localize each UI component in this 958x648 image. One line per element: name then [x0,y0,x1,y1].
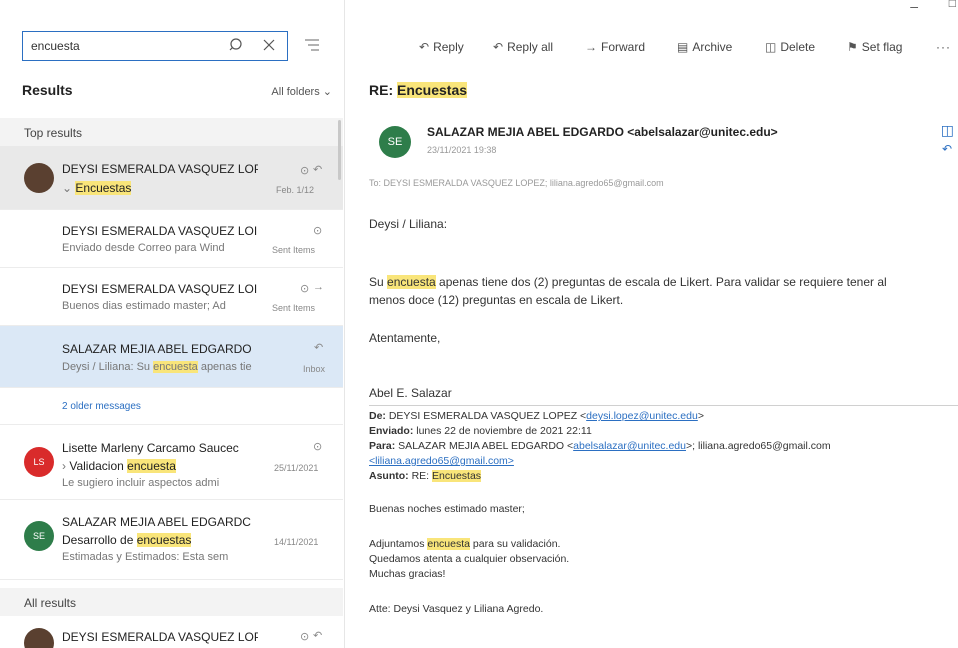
sent-date: 23/11/2021 19:38 [427,145,497,155]
list-item-meta: Sent Items [272,303,316,313]
email-link[interactable]: abelsalazar@unitec.edu [573,440,686,452]
quoted-body-line: Adjuntamos encuesta para su validación. [369,538,561,550]
attachment-icon: ⊙ [313,441,323,453]
list-item-sender: DEYSI ESMERALDA VASQUEZ LOI [62,282,258,296]
reply-icon[interactable]: ↶ [942,142,952,156]
message-toolbar: ↶ Reply ↶ Reply all → Forward ▤ Archive ◫ Del… [345,36,958,60]
list-item-sender: DEYSI ESMERALDA VASQUEZ LOPI [62,162,258,176]
results-title: Results [22,82,73,98]
quoted-from: De: DEYSI ESMERALDA VASQUEZ LOPEZ <deysi… [369,410,704,422]
list-item[interactable]: DEYSI ESMERALDA VASQUEZ LOPI ⌄ Encuestas… [0,146,343,210]
email-paragraph: Su encuesta apenas tiene dos (2) pregunt… [369,275,887,289]
email-closing: Atentamente, [369,331,441,345]
scrollbar[interactable] [338,120,341,180]
list-item-date: 25/11/2021 [274,463,319,473]
list-item[interactable]: DEYSI ESMERALDA VASQUEZ LOI Enviado desd… [0,210,343,268]
list-item-meta: Sent Items [272,245,316,255]
archive-icon: ▤ [677,40,689,54]
list-item-preview: Enviado desde Correo para Wind [62,242,225,254]
quoted-subject: Asunto: RE: Encuestas [369,470,482,482]
avatar: SE [24,521,54,551]
reply-icon: ↶ [419,40,430,54]
restore-button[interactable]: □ [949,0,956,10]
list-item-sender: DEYSI ESMERALDA VASQUEZ LOI [62,224,258,238]
open-in-window-icon[interactable]: ◫ [941,122,954,139]
reply-icon: ↶ [313,164,323,176]
archive-button[interactable]: ▤ Archive [677,40,732,54]
recipients-line: To: DEYSI ESMERALDA VASQUEZ LOPEZ; lilia… [369,178,664,188]
list-item-meta: Feb. 1/12 [276,185,315,195]
forward-button[interactable]: → Forward [585,40,645,54]
email-greeting: Deysi / Liliana: [369,217,448,231]
delete-icon: ◫ [765,40,777,54]
list-item[interactable]: DEYSI ESMERALDA VASQUEZ LOI Buenos dias … [0,268,343,326]
filter-icon[interactable] [304,38,320,55]
flag-icon: ⚑ [847,40,858,54]
quoted-to-line2: <liliana.agredo65@gmail.com> [369,455,514,467]
list-item[interactable]: LS Lisette Marleny Carcamo Saucec › Vali… [0,424,343,500]
avatar [24,163,54,193]
forward-icon: → [313,281,324,293]
list-item-subject: › Validacion encuesta [62,459,176,473]
list-item-sender: Lisette Marleny Carcamo Saucec [62,441,239,455]
list-item-subject: Desarrollo de encuestas [62,533,192,547]
email-subject: RE: Encuestas [369,82,468,98]
list-item-preview: Le sugiero incluir aspectos admi [62,477,220,489]
forward-icon: → [585,40,597,54]
attachment-icon: ⊙ [313,225,323,237]
reply-button[interactable]: ↶ Reply [419,40,464,54]
results-header: Results All folders ⌄ [22,82,332,102]
list-item-preview: Deysi / Liliana: Su encuesta apenas tie [62,361,252,373]
close-icon[interactable] [261,37,277,56]
delete-button[interactable]: ◫ Delete [765,40,815,54]
email-paragraph-line2: menos doce (12) preguntas en escala de L… [369,293,624,307]
list-item[interactable]: SE SALAZAR MEJIA ABEL EDGARDC Desarrollo… [0,500,343,580]
list-item-preview: Buenos dias estimado master; Ad [62,300,226,312]
chevron-down-icon: ⌄ [322,86,332,98]
attachment-icon: ⊙ [300,165,310,177]
search-input[interactable] [31,38,211,54]
email-signature: Abel E. Salazar [369,386,452,400]
list-item-subject: ⌄ Encuestas [62,181,132,195]
list-item-date: 14/11/2021 [274,537,319,547]
reply-icon: ↶ [314,342,324,354]
list-item[interactable]: DEYSI ESMERALDA VASQUEZ LOPI ⊙ ↶ [0,616,343,648]
chevron-down-icon[interactable]: ⌄ [62,181,75,195]
section-top-results: Top results [0,118,343,146]
sender-name[interactable]: SALAZAR MEJIA ABEL EDGARDO <abelsalazar@… [427,125,778,139]
email-link[interactable]: deysi.lopez@unitec.edu [586,410,698,422]
list-item-preview: Estimadas y Estimados: Esta sem [62,551,229,563]
attachment-icon: ⊙ [300,283,310,295]
quoted-to: Para: SALAZAR MEJIA ABEL EDGARDO <abelsa… [369,440,831,452]
reply-all-button[interactable]: ↶ Reply all [493,40,553,54]
section-all-results: All results [0,588,343,616]
reply-icon: ↶ [313,630,323,642]
list-item-sender: SALAZAR MEJIA ABEL EDGARDO [62,342,252,356]
avatar: SE [379,126,411,158]
search-box[interactable] [22,31,288,61]
more-actions-button[interactable]: ··· [936,40,951,54]
quoted-body-line: Quedamos atenta a cualquier observación. [369,553,570,565]
folder-filter-dropdown[interactable]: All folders ⌄ [271,85,332,98]
attachment-icon: ⊙ [300,631,310,643]
set-flag-button[interactable]: ⚑ Set flag [847,40,902,54]
older-messages-link[interactable]: 2 older messages [62,401,141,412]
quoted-body-line: Muchas gracias! [369,568,446,580]
list-item[interactable]: SALAZAR MEJIA ABEL EDGARDO Deysi / Lilia… [0,326,343,388]
quoted-sent: Enviado: lunes 22 de noviembre de 2021 2… [369,425,592,437]
list-item-sender: DEYSI ESMERALDA VASQUEZ LOPI [62,630,258,644]
avatar: LS [24,447,54,477]
avatar [24,628,54,648]
quoted-signature: Atte: Deysi Vasquez y Liliana Agredo. [369,603,544,615]
folder-filter-label: All folders [271,86,320,98]
minimize-button[interactable]: – [910,0,918,14]
message-list-pane: Results All folders ⌄ Top results DEYSI … [0,0,345,648]
quoted-greeting: Buenas noches estimado master; [369,503,525,515]
list-item-sender: SALAZAR MEJIA ABEL EDGARDC [62,515,251,529]
search-icon[interactable] [229,37,245,56]
reading-pane: – □ ↶ Reply ↶ Reply all → Forward ▤ Archive … [345,0,958,648]
quote-divider [369,405,958,406]
reply-all-icon: ↶ [493,40,504,54]
list-item-meta: Inbox [303,364,326,374]
